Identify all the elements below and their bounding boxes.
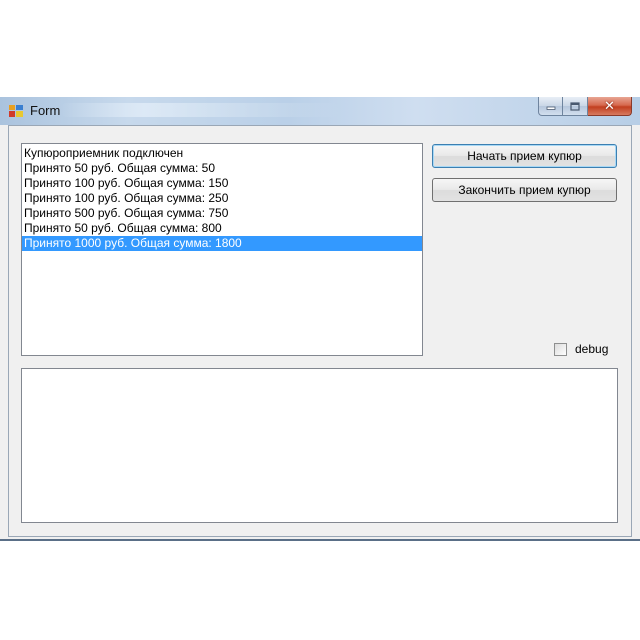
debug-checkbox[interactable] [554, 342, 567, 356]
debug-checkbox-group[interactable]: debug [554, 342, 608, 356]
maximize-icon [570, 101, 580, 111]
list-item[interactable]: Купюроприемник подключен [22, 146, 422, 161]
app-icon[interactable] [9, 105, 23, 117]
list-item[interactable]: Принято 500 руб. Общая сумма: 750 [22, 206, 422, 221]
debug-checkbox-label[interactable]: debug [575, 342, 608, 356]
start-accept-button[interactable]: Начать прием купюр [432, 144, 617, 168]
stop-accept-button[interactable]: Закончить прием купюр [432, 178, 617, 202]
title-bar[interactable]: Form ✕ [0, 97, 640, 125]
list-item[interactable]: Принято 50 руб. Общая сумма: 50 [22, 161, 422, 176]
list-item[interactable]: Принято 100 руб. Общая сумма: 250 [22, 191, 422, 206]
form-client-area: Купюроприемник подключен Принято 50 руб. … [8, 125, 632, 537]
minimize-icon [546, 106, 555, 110]
caption-buttons: ✕ [538, 97, 632, 117]
screen: Form ✕ Купюроприемник подключен Принято … [0, 0, 640, 640]
list-item[interactable]: Принято 100 руб. Общая сумма: 150 [22, 176, 422, 191]
maximize-button[interactable] [563, 97, 588, 116]
window-title: Form [30, 103, 61, 118]
log-listbox[interactable]: Купюроприемник подключен Принято 50 руб. … [21, 143, 423, 356]
close-button[interactable]: ✕ [588, 97, 632, 116]
form-window: Form ✕ Купюроприемник подключен Принято … [0, 97, 640, 541]
list-item[interactable]: Принято 1000 руб. Общая сумма: 1800 [22, 236, 422, 251]
title-bar-glass [60, 103, 340, 117]
close-icon: ✕ [604, 98, 615, 114]
minimize-button[interactable] [538, 97, 563, 116]
list-item[interactable]: Принято 50 руб. Общая сумма: 800 [22, 221, 422, 236]
output-textbox[interactable] [21, 368, 618, 523]
